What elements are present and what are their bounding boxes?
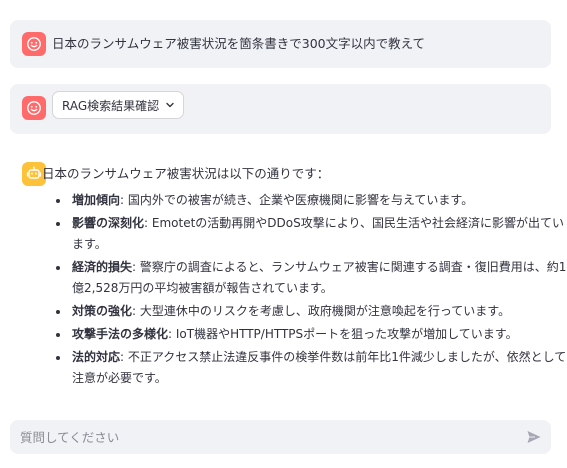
bullet-title: 経済的損失 xyxy=(72,260,133,274)
user-message: 日本のランサムウェア被害状況を箇条書きで300文字以内で教えて xyxy=(10,20,551,68)
chat-input[interactable] xyxy=(20,420,510,454)
bullet-title: 攻撃手法の多様化 xyxy=(72,327,169,341)
user-message-text: 日本のランサムウェア被害状況を箇条書きで300文字以内で教えて xyxy=(52,36,425,51)
rag-results-expander[interactable]: RAG検索結果確認 xyxy=(52,91,185,119)
list-item: 攻撃手法の多様化: IoT機器やHTTP/HTTPSポートを狙った攻撃が増加して… xyxy=(70,324,567,345)
send-arrow-icon xyxy=(527,431,541,443)
assistant-bullet-list: 増加傾向: 国内外での被害が続き、企業や医療機関に影響を与えています。 影響の深… xyxy=(48,190,567,391)
send-button[interactable] xyxy=(525,428,543,446)
bullet-text: : 不正アクセス禁止法違反事件の検挙件数は前年比1件減少しましたが、依然として注… xyxy=(72,350,567,385)
smiley-face-icon xyxy=(27,101,41,115)
bullet-title: 影響の深刻化 xyxy=(72,216,145,230)
list-item: 経済的損失: 警察庁の調査によると、ランサムウェア被害に関連する調査・復旧費用は… xyxy=(70,257,567,299)
list-item: 対策の強化: 大型連休中のリスクを考慮し、政府機関が注意喚起を行っています。 xyxy=(70,301,567,322)
bullet-title: 増加傾向 xyxy=(72,193,121,207)
smiley-face-icon xyxy=(27,37,41,51)
bullet-text: : 大型連休中のリスクを考慮し、政府機関が注意喚起を行っています。 xyxy=(132,304,511,318)
chat-input-bar xyxy=(10,420,551,454)
list-item: 法的対応: 不正アクセス禁止法違反事件の検挙件数は前年比1件減少しましたが、依然… xyxy=(70,347,567,389)
assistant-intro: 日本のランサムウェア被害状況は以下の通りです： xyxy=(42,166,330,181)
list-item: 影響の深刻化: Emotetの活動再開やDDoS攻撃により、国民生活や社会経済に… xyxy=(70,213,567,255)
user-avatar xyxy=(22,32,46,56)
rag-results-label: RAG検索結果確認 xyxy=(62,98,160,113)
bullet-text: : 国内外での被害が続き、企業や医療機関に影響を与えています。 xyxy=(120,193,474,207)
bullet-title: 対策の強化 xyxy=(72,304,133,318)
list-item: 増加傾向: 国内外での被害が続き、企業や医療機関に影響を与えています。 xyxy=(70,190,567,211)
bullet-text: : Emotetの活動再開やDDoS攻撃により、国民生活や社会経済に影響が出てい… xyxy=(72,216,565,251)
robot-icon xyxy=(26,166,42,179)
bullet-title: 法的対応 xyxy=(72,350,121,364)
bullet-text: : IoT機器やHTTP/HTTPSポートを狙った攻撃が増加しています。 xyxy=(168,327,518,341)
rag-message: RAG検索結果確認 xyxy=(10,84,551,134)
bullet-text: : 警察庁の調査によると、ランサムウェア被害に関連する調査・復旧費用は、約1億2… xyxy=(72,260,567,295)
user-avatar xyxy=(22,96,46,120)
chevron-down-icon xyxy=(166,102,174,108)
